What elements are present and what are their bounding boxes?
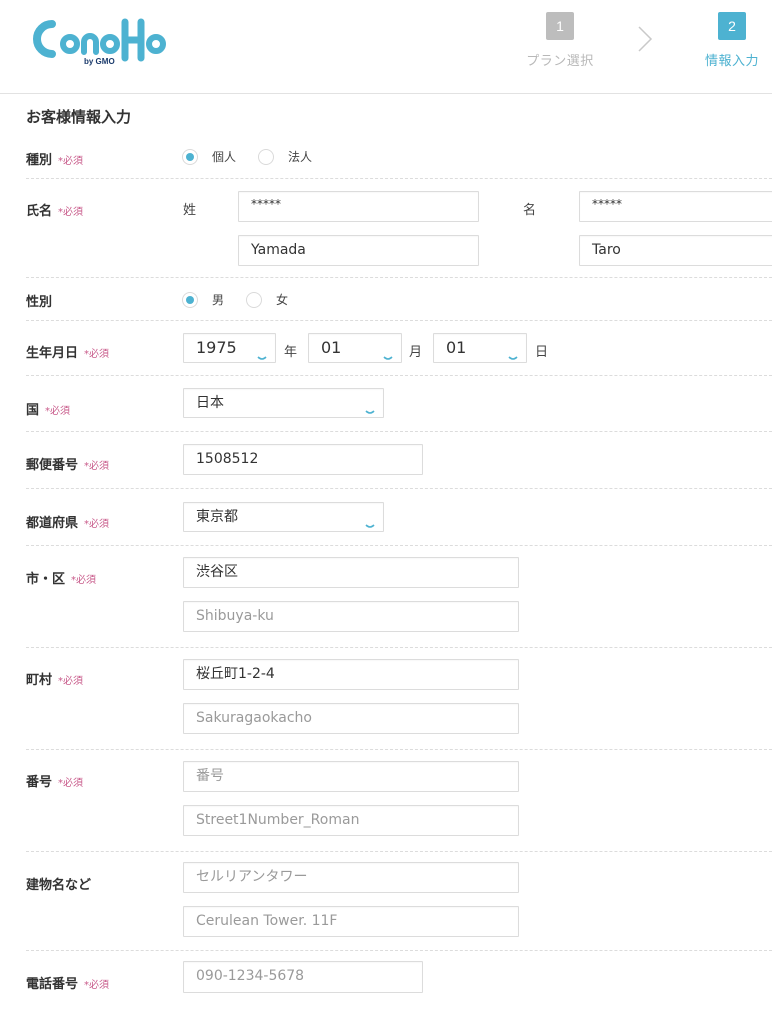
radio-unchecked-icon[interactable] — [258, 148, 274, 165]
step-plan-selection: 1 プラン選択 — [520, 12, 600, 69]
required-mark: *必須 — [45, 406, 71, 417]
street-number-roman-input[interactable]: Street1Number_Roman — [183, 805, 519, 836]
radio-unchecked-icon[interactable] — [246, 291, 262, 308]
radio-male[interactable]: 男 — [182, 291, 224, 308]
chevron-down-icon — [365, 398, 375, 417]
field-label: 番号 *必須 — [26, 775, 84, 790]
conoha-logo[interactable]: by GMO — [26, 14, 168, 66]
chevron-down-icon — [383, 343, 393, 362]
row-city: 市・区 *必須 渋谷区 Shibuya-ku — [26, 546, 772, 648]
radio-individual[interactable]: 個人 — [182, 148, 236, 165]
required-mark: *必須 — [84, 519, 110, 530]
postal-code-input[interactable]: 1508512 — [183, 444, 423, 475]
field-label: 郵便番号 *必須 — [26, 458, 110, 473]
step-number: 1 — [546, 12, 574, 40]
logo-by-gmo: by GMO — [84, 57, 115, 66]
town-input[interactable]: 桜丘町1-2-4 — [183, 659, 519, 690]
building-input[interactable]: セルリアンタワー — [183, 862, 519, 893]
field-label: 都道府県 *必須 — [26, 516, 110, 531]
required-mark: *必須 — [58, 207, 84, 218]
birth-year-select[interactable]: 1975 — [183, 333, 276, 363]
birth-month-select[interactable]: 01 — [308, 333, 402, 363]
birth-day-select[interactable]: 01 — [433, 333, 527, 363]
step-label: プラン選択 — [526, 54, 594, 69]
country-select[interactable]: 日本 — [183, 388, 384, 418]
field-label: 国 *必須 — [26, 403, 71, 418]
row-phone: 電話番号 *必須 090-1234-5678 — [26, 951, 772, 1024]
chevron-down-icon — [257, 343, 267, 362]
row-town: 町村 *必須 桜丘町1-2-4 Sakuragaokacho — [26, 648, 772, 750]
first-name-roman-input[interactable]: Taro — [579, 235, 772, 266]
chevron-right-icon — [637, 26, 653, 56]
radio-checked-icon[interactable] — [182, 291, 198, 308]
chevron-down-icon — [365, 512, 375, 531]
phone-input[interactable]: 090-1234-5678 — [183, 961, 423, 993]
required-mark: *必須 — [84, 349, 110, 360]
step-label: 情報入力 — [704, 54, 759, 69]
prefecture-select[interactable]: 東京都 — [183, 502, 384, 532]
last-name-label: 姓 — [183, 203, 197, 218]
required-mark: *必須 — [58, 778, 84, 789]
first-name-kanji-input[interactable]: ***** — [579, 191, 772, 222]
chevron-down-icon — [508, 343, 518, 362]
field-label: 種別 *必須 — [26, 153, 84, 168]
day-unit: 日 — [535, 345, 549, 360]
first-name-label: 名 — [523, 203, 537, 218]
row-prefecture: 都道府県 *必須 東京都 — [26, 489, 772, 546]
field-label: 性別 — [26, 295, 53, 310]
building-roman-input[interactable]: Cerulean Tower. 11F — [183, 906, 519, 937]
required-mark: *必須 — [58, 156, 84, 167]
town-roman-input[interactable]: Sakuragaokacho — [183, 703, 519, 734]
required-mark: *必須 — [84, 461, 110, 472]
row-number: 番号 *必須 番号 Street1Number_Roman — [26, 750, 772, 852]
field-label: 市・区 *必須 — [26, 572, 97, 587]
header: by GMO 1 プラン選択 2 情報入力 — [0, 0, 772, 94]
row-postal: 郵便番号 *必須 1508512 — [26, 432, 772, 489]
row-birthdate: 生年月日 *必須 1975 年 01 月 01 日 — [26, 321, 772, 376]
row-name: 氏名 *必須 姓 ***** Yamada 名 ***** Taro — [26, 179, 772, 278]
required-mark: *必須 — [58, 676, 84, 687]
last-name-roman-input[interactable]: Yamada — [238, 235, 479, 266]
field-label: 建物名など — [26, 878, 92, 893]
radio-checked-icon[interactable] — [182, 148, 198, 165]
required-mark: *必須 — [71, 575, 97, 586]
field-label: 生年月日 *必須 — [26, 346, 110, 361]
step-info-input: 2 情報入力 — [697, 12, 767, 69]
radio-corporation[interactable]: 法人 — [258, 148, 312, 165]
last-name-kanji-input[interactable]: ***** — [238, 191, 479, 222]
row-type: 種別 *必須 個人 法人 — [26, 136, 772, 179]
required-mark: *必須 — [84, 980, 110, 991]
city-input[interactable]: 渋谷区 — [183, 557, 519, 588]
row-gender: 性別 男 女 — [26, 278, 772, 321]
radio-female[interactable]: 女 — [246, 291, 288, 308]
month-unit: 月 — [409, 345, 423, 360]
year-unit: 年 — [284, 345, 298, 360]
city-roman-input[interactable]: Shibuya-ku — [183, 601, 519, 632]
field-label: 電話番号 *必須 — [26, 977, 110, 992]
row-country: 国 *必須 日本 — [26, 376, 772, 432]
page-title: お客様情報入力 — [26, 108, 132, 126]
street-number-input[interactable]: 番号 — [183, 761, 519, 792]
field-label: 氏名 *必須 — [26, 204, 84, 219]
step-number: 2 — [718, 12, 746, 40]
row-building: 建物名など セルリアンタワー Cerulean Tower. 11F — [26, 852, 772, 951]
field-label: 町村 *必須 — [26, 673, 84, 688]
